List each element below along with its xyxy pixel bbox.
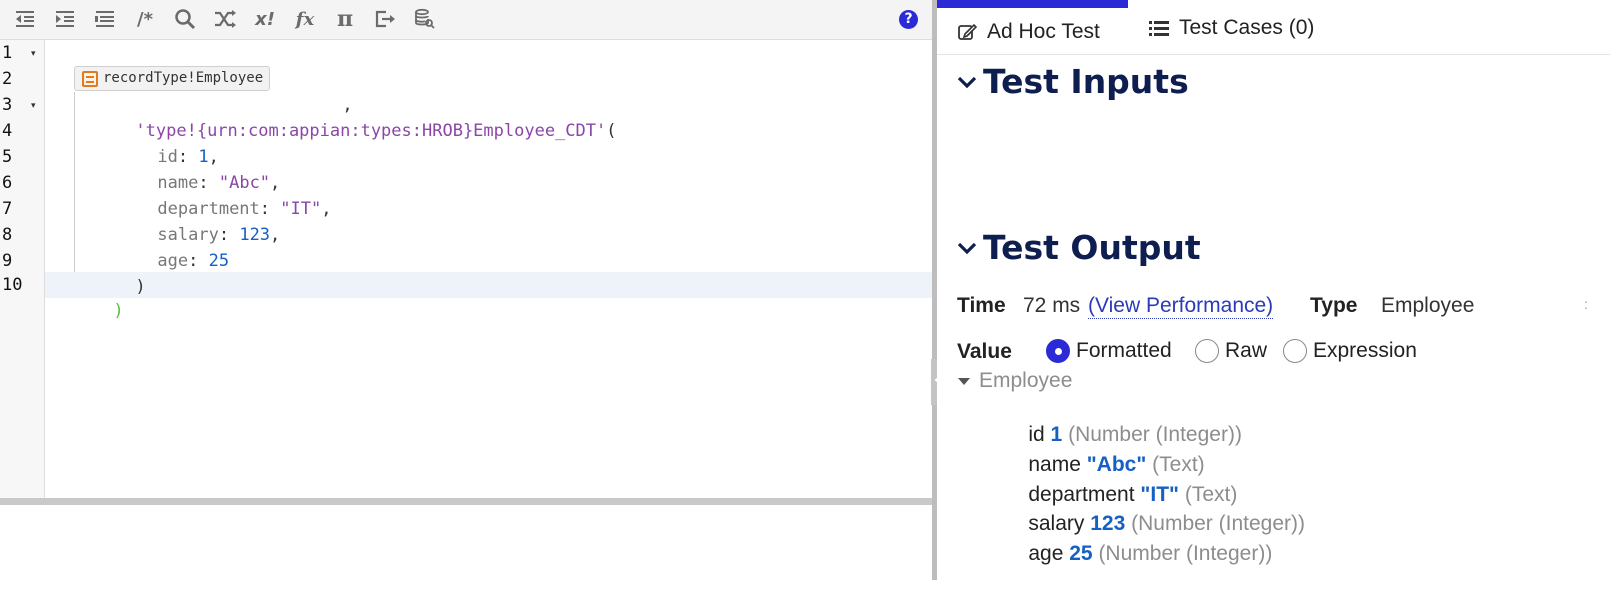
caret-down-icon [957,376,971,386]
line-number: 4 [2,121,13,141]
active-line-highlight [45,272,932,298]
line-number: 5 [2,147,13,167]
section-title: Test Inputs [983,62,1189,101]
line-number: 6 [2,173,13,193]
type-label: Type [1310,294,1358,317]
record-type-label: recordType!Employee [103,70,264,86]
chevron-down-icon [957,74,977,90]
test-output-header[interactable]: Test Output [957,228,1201,267]
pi-glyph: π [336,6,354,32]
code-line-7: salary: 123, [96,196,280,245]
open-paren: ( [606,121,617,141]
radio-label: Formatted [1076,339,1172,362]
tree-root-label: Employee [979,369,1073,392]
shuffle-icon[interactable] [210,5,240,33]
record-type-icon [82,71,98,87]
code-line-5: name: "Abc", [96,144,280,193]
edit-icon [957,22,977,42]
code-line-6: department: "IT", [96,170,331,219]
radio-formatted[interactable]: Formatted [1046,339,1172,363]
export-icon[interactable] [370,5,400,33]
test-inputs-header[interactable]: Test Inputs [957,62,1189,101]
field-sep: : [188,251,209,271]
code-line-10: ) [52,272,123,321]
test-tabs: Ad Hoc Test Test Cases (0) [937,0,1610,55]
variable-icon[interactable]: x! [250,5,280,33]
pi-icon[interactable]: π [330,5,360,33]
tab-label: Ad Hoc Test [987,19,1100,43]
code-line-2-comma: , [281,66,352,115]
radio-expression[interactable]: Expression [1283,339,1417,363]
view-performance-link[interactable]: (View Performance) [1088,294,1274,319]
fold-toggle-icon[interactable]: ▾ [31,92,41,118]
comma: , [321,199,332,219]
outdent-icon[interactable] [10,5,40,33]
radio-label: Expression [1313,339,1417,362]
function-icon[interactable]: fx [290,5,320,33]
section-title: Test Output [983,228,1201,267]
record-type-chip[interactable]: recordType!Employee [74,66,271,91]
tab-test-cases[interactable]: Test Cases (0) [1149,0,1314,55]
editor-resize-bar[interactable] [0,498,932,505]
tab-label: Test Cases (0) [1179,15,1315,39]
close-paren: ) [113,301,124,321]
line-number: 7 [2,199,13,219]
radio-selected-icon [1046,339,1070,363]
radio-raw[interactable]: Raw [1195,339,1267,363]
close-paren: ) [135,277,146,297]
output-field-key: age [1028,542,1064,565]
time-label: Time [957,294,1006,317]
chevron-down-icon [957,240,977,256]
time-value: 72 ms [1023,294,1081,317]
search-icon[interactable] [170,5,200,33]
code-line-4: id: 1, [96,118,218,167]
radio-unselected-icon [1283,339,1307,363]
field-value: 25 [208,251,230,271]
editor-toolbar: /* x! fx π ? [0,0,932,40]
line-number-gutter: 1 ▾ 2 3 ▾ 4 5 6 7 8 9 10 [0,40,45,498]
code-line-3: 'type!{urn:com:appian:types:HROB}Employe… [74,92,616,141]
list-icon [1149,19,1169,37]
fold-toggle-icon[interactable]: ▾ [31,40,41,66]
database-search-icon[interactable] [410,5,440,33]
field-value: 123 [239,225,271,245]
line-number: 8 [2,225,13,245]
comma: , [270,225,281,245]
variable-glyph: x! [255,8,275,30]
line-number: 9 [2,251,13,271]
line-number: 2 [2,69,13,89]
output-field-row: age 25 (Number (Integer)) [1005,518,1272,589]
code-line-8: age: 25 [96,222,229,271]
radio-unselected-icon [1195,339,1219,363]
comment-icon[interactable]: /* [130,5,160,33]
function-glyph: fx [295,8,315,30]
indent-icon[interactable] [50,5,80,33]
output-field-value: 25 [1069,542,1093,565]
field-key: age [157,251,189,271]
comment-glyph: /* [137,8,153,30]
output-tree-root[interactable]: Employee [957,369,1072,393]
radio-label: Raw [1225,339,1268,362]
expression-editor-pane: /* x! fx π ? 1 ▾ 2 3 ▾ 4 5 6 7 8 9 10 re… [0,0,932,589]
code-editor[interactable]: 1 ▾ 2 3 ▾ 4 5 6 7 8 9 10 cast( recordTyp… [0,40,932,498]
format-list-icon[interactable] [90,5,120,33]
field-value: "IT" [280,199,322,219]
test-pane: Ad Hoc Test Test Cases (0) Test Inputs T… [937,0,1610,589]
value-label: Value [957,340,1012,363]
type-value: Employee [1381,294,1475,317]
code-line-9: ) [74,248,145,297]
code-line-1: cast( [52,40,164,89]
overflow-indicator: : [1584,296,1588,312]
help-icon[interactable]: ? [899,10,918,29]
tab-ad-hoc-test[interactable]: Ad Hoc Test [937,0,1128,55]
output-field-type: (Number (Integer)) [1098,542,1273,565]
line-number: 10 [2,275,23,295]
